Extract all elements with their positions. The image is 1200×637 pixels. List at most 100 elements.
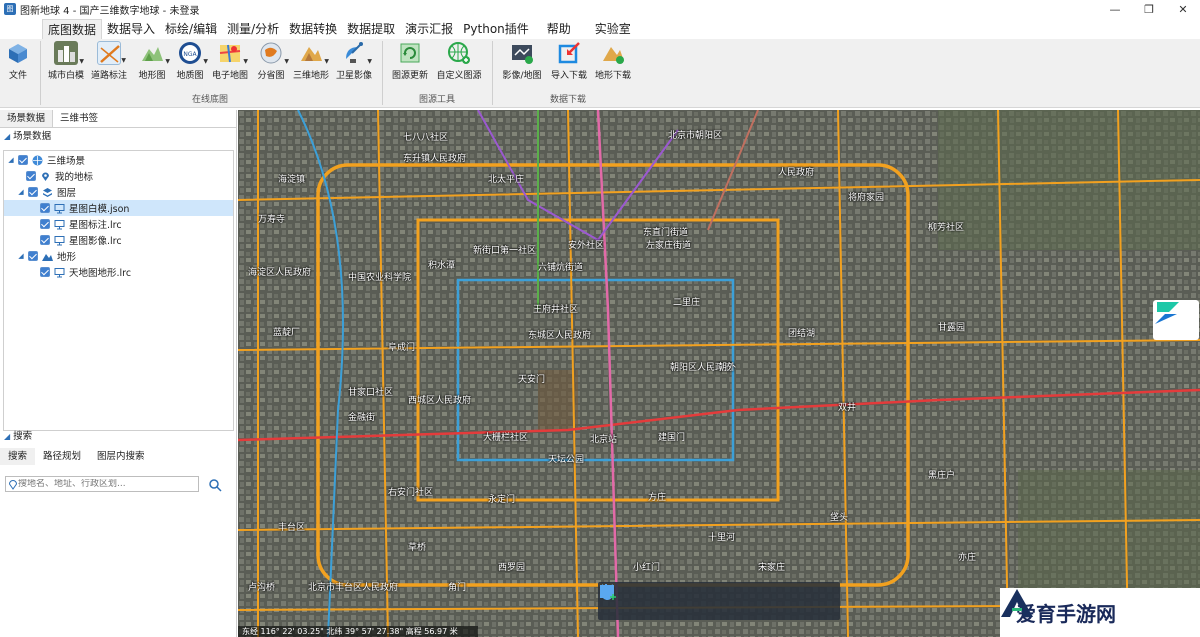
map-label: 角门 <box>448 583 467 593</box>
pin-icon <box>40 171 51 182</box>
map-label: 海淀镇 <box>278 175 306 185</box>
tab-python-plugin[interactable]: Python插件 <box>458 19 534 39</box>
province-globe-icon: ▼ <box>259 41 289 65</box>
file-label: 文件 <box>8 71 27 81</box>
watermark: 爱育手游网 <box>1000 588 1200 637</box>
map-label: 二里庄 <box>673 298 701 308</box>
tree-node-terrain[interactable]: ◢ 地形 <box>4 248 233 264</box>
checkbox[interactable] <box>40 267 50 277</box>
watermark-logo-icon <box>1001 589 1033 617</box>
map-label: 黑庄户 <box>928 471 956 481</box>
tab-basemap-data[interactable]: 底图数据 <box>42 19 103 39</box>
map-label: 万寿寺 <box>258 215 286 225</box>
tab-route-planning[interactable]: 路径规划 <box>35 448 89 465</box>
terrain-download-button[interactable]: 地形下载 <box>593 39 633 83</box>
map-label: 团结湖 <box>788 329 816 339</box>
map-label: 天坛公园 <box>548 455 585 465</box>
location-pin-icon[interactable] <box>600 585 711 613</box>
tree-label: 星图标注.lrc <box>69 220 122 231</box>
tab-presentation[interactable]: 演示汇报 <box>400 19 458 39</box>
checkbox[interactable] <box>28 251 38 261</box>
terrain-3d-icon: ▼ <box>299 41 329 65</box>
tab-help[interactable]: 帮助 <box>542 19 576 39</box>
tree-node-annotation[interactable]: 星图标注.lrc <box>4 216 233 232</box>
geology-map-button[interactable]: NGA ▼ 地质图 <box>173 39 208 83</box>
select-cursor-icon[interactable] <box>602 584 670 613</box>
image-map-download-button[interactable]: 影像/地图 <box>500 39 544 83</box>
ribbon-separator <box>40 41 41 105</box>
tab-data-convert[interactable]: 数据转换 <box>284 19 342 39</box>
custom-source-button[interactable]: 自定义图源 <box>436 39 482 83</box>
chart-analysis-icon[interactable] <box>600 585 832 613</box>
ngac-badge-icon: NGA ▼ <box>178 41 208 65</box>
road-label-button[interactable]: ▼ 道路标注 <box>89 39 129 83</box>
expand-arrow-icon[interactable]: ◢ <box>6 156 16 164</box>
import-download-button[interactable]: 导入下载 <box>549 39 589 83</box>
tab-data-import[interactable]: 数据导入 <box>102 19 160 39</box>
custom-source-label: 自定义图源 <box>436 71 482 81</box>
tab-layer-search[interactable]: 图层内搜索 <box>89 448 153 465</box>
map-label: 建国门 <box>658 433 686 443</box>
tree-node-white-model[interactable]: 星图白模.json <box>4 200 233 216</box>
tree-node-imagery[interactable]: 星图影像.lrc <box>4 232 233 248</box>
3d-terrain-button[interactable]: ▼ 三维地形 <box>292 39 330 83</box>
tree-node-tianditu-terrain[interactable]: 天地图地形.lrc <box>4 264 233 280</box>
checkbox[interactable] <box>40 235 50 245</box>
checkbox[interactable] <box>40 219 50 229</box>
topo-terrain-icon: ▼ <box>140 41 170 65</box>
tab-plot-edit[interactable]: 标绘/编辑 <box>160 19 222 39</box>
tree-node-layers[interactable]: ◢ 图层 <box>4 184 233 200</box>
search-tabs: 搜索 路径规划 图层内搜索 <box>0 448 236 465</box>
topo-map-button[interactable]: ▼ 地形图 <box>135 39 170 83</box>
electronic-map-button[interactable]: ▼ 电子地图 <box>210 39 250 83</box>
3d-terrain-label: 三维地形 <box>292 71 329 81</box>
tab-3d-bookmarks[interactable]: 三维书签 <box>53 110 105 127</box>
tree-node-my-landmarks[interactable]: 我的地标 <box>4 168 233 184</box>
tab-lab[interactable]: 实验室 <box>590 19 636 39</box>
geology-map-label: 地质图 <box>176 71 204 81</box>
minimize-button[interactable]: — <box>1098 0 1132 18</box>
tab-search[interactable]: 搜索 <box>0 448 36 465</box>
search-header[interactable]: ◢ 搜索 <box>0 428 236 445</box>
province-map-button[interactable]: ▼ 分省图 <box>254 39 289 83</box>
tree-label: 我的地标 <box>55 172 94 183</box>
draw-rectangle-icon[interactable] <box>600 585 791 613</box>
monitor-icon <box>54 219 65 230</box>
city-buildings-icon: ▼ <box>54 41 84 65</box>
expand-arrow-icon[interactable]: ◢ <box>16 188 26 196</box>
expand-arrow-icon[interactable]: ◢ <box>16 252 26 260</box>
satellite-basemap <box>238 110 1200 637</box>
checkbox[interactable] <box>28 187 38 197</box>
source-update-button[interactable]: 图源更新 <box>390 39 430 83</box>
checkbox[interactable] <box>40 203 50 213</box>
close-button[interactable]: ✕ <box>1166 0 1200 18</box>
file-button[interactable]: 文件 <box>4 39 32 83</box>
checkbox[interactable] <box>26 171 36 181</box>
panel-tabs: 场景数据 三维书签 <box>0 110 236 128</box>
tab-measure-analysis[interactable]: 测量/分析 <box>222 19 284 39</box>
topo-map-label: 地形图 <box>138 71 166 81</box>
monitor-icon <box>54 203 65 214</box>
checkbox[interactable] <box>18 155 28 165</box>
satellite-image-button[interactable]: ▼ 卫星影像 <box>334 39 374 83</box>
map-view[interactable]: 七八八社区 海淀镇 东升镇人民政府 北京市朝阳区 人民政府 北太平庄 将府家园 … <box>238 110 1200 637</box>
draw-line-icon[interactable] <box>600 584 751 613</box>
map-label: 天安门 <box>518 375 546 385</box>
app-s-logo-icon <box>1155 302 1179 324</box>
tree-node-3d-scene[interactable]: ◢ 三维场景 <box>4 152 233 168</box>
maximize-button[interactable]: ❐ <box>1132 0 1166 18</box>
map-label: 西城区人民政府 <box>408 396 472 406</box>
map-label: 丰台区 <box>278 523 306 533</box>
side-panel-toggle-button[interactable] <box>1153 300 1199 340</box>
scene-data-header[interactable]: ◢ 场景数据 <box>0 128 236 145</box>
group-label-data-download: 数据下载 <box>550 95 587 105</box>
search-input[interactable] <box>18 479 196 489</box>
tab-data-extract[interactable]: 数据提取 <box>342 19 400 39</box>
search-icon[interactable] <box>208 478 222 492</box>
group-label-online-basemap: 在线底图 <box>192 95 229 105</box>
terrain-download-icon <box>601 41 625 65</box>
city-model-button[interactable]: ▼ 城市白模 <box>47 39 85 83</box>
map-label: 中国农业科学院 <box>348 273 412 283</box>
tab-scene-data[interactable]: 场景数据 <box>0 110 54 127</box>
scene-tree: ◢ 三维场景 我的地标 ◢ 图层 星图白模.json 星图标注.lrc 星图影像… <box>3 150 234 431</box>
